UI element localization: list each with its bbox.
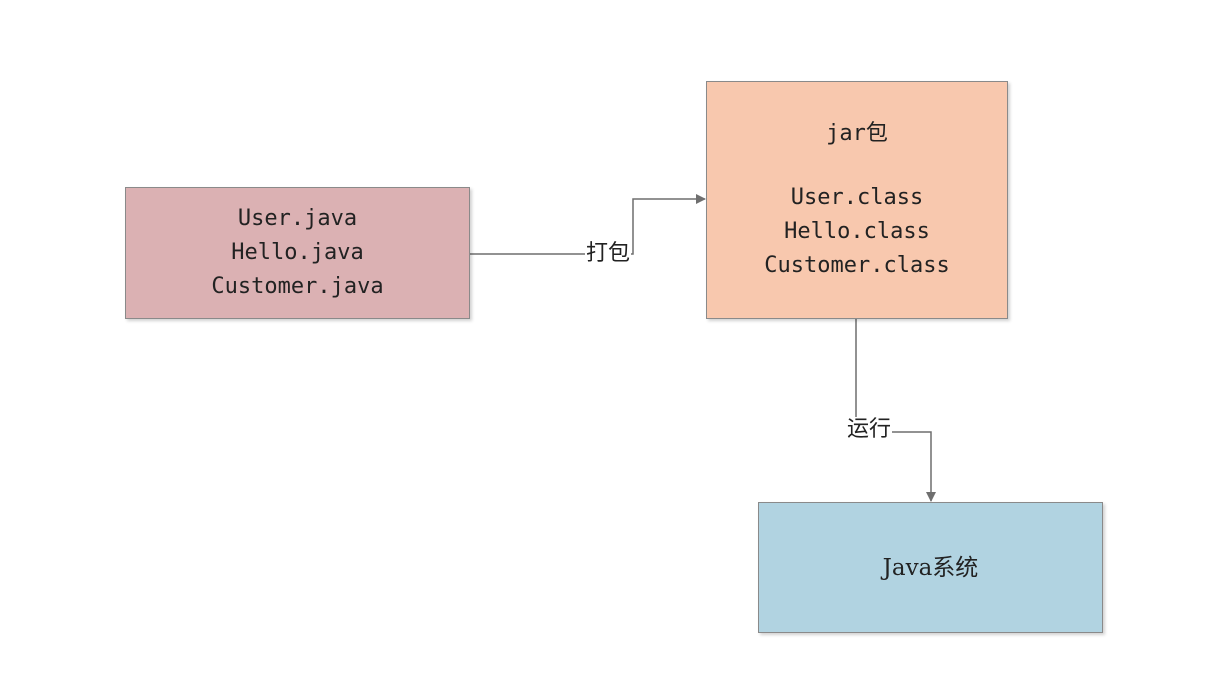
source-file-user: User.java <box>237 206 358 231</box>
edge-pack-label: 打包 <box>585 241 632 267</box>
edge-run-label: 运行 <box>846 417 893 443</box>
source-file-hello: Hello.java <box>231 240 364 265</box>
edge-run-connector <box>855 319 936 502</box>
jar-title: jar包 <box>826 121 888 146</box>
class-file-hello: Hello.class <box>784 219 930 244</box>
source-files-node: User.java Hello.java Customer.java <box>125 187 470 319</box>
source-file-customer: Customer.java <box>211 274 384 299</box>
jar-package-node: jar包 User.class Hello.class Customer.cla… <box>706 81 1008 319</box>
java-system-label: Java系统 <box>882 554 979 581</box>
class-file-user: User.class <box>790 185 924 210</box>
java-system-node: Java系统 <box>758 502 1103 633</box>
class-file-customer: Customer.class <box>764 253 950 278</box>
